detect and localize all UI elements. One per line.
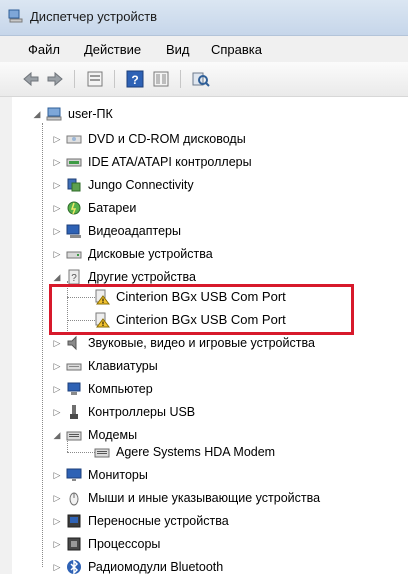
tree-item-bluetooth[interactable]: ▷ Радиомодули Bluetooth — [52, 556, 392, 578]
tree-item-label: Jungo Connectivity — [88, 178, 194, 192]
tree-item-usb[interactable]: ▷ Контроллеры USB — [52, 401, 392, 423]
forward-icon[interactable] — [46, 70, 64, 88]
tree-item-label: DVD и CD-ROM дисководы — [88, 132, 246, 146]
tree-item-label: Радиомодули Bluetooth — [88, 560, 224, 574]
tree-item-label: Звуковые, видео и игровые устройства — [88, 336, 315, 350]
properties-icon[interactable] — [86, 70, 104, 88]
menu-bar: Файл Действие Вид Справка — [0, 36, 408, 62]
battery-icon — [67, 201, 81, 215]
tree-item-label: Мыши и иные указывающие устройства — [88, 491, 321, 505]
processor-icon — [67, 537, 81, 551]
tree-item-label: Батареи — [88, 201, 137, 215]
window-title: Диспетчер устройств — [30, 9, 158, 24]
collapsed-arrow-icon[interactable]: ▷ — [52, 401, 62, 423]
collapsed-arrow-icon[interactable]: ▷ — [52, 510, 62, 532]
device-tree: ◢ user-ПК ▷ DVD и CD-ROM дисководы ▷ IDE… — [0, 97, 408, 575]
device-manager-icon — [8, 9, 23, 23]
toolbar-separator — [114, 70, 115, 88]
tree-item-label: Мониторы — [88, 468, 148, 482]
menu-action[interactable]: Действие — [84, 42, 141, 57]
highlight-box — [49, 284, 354, 335]
collapsed-arrow-icon[interactable]: ▷ — [52, 378, 62, 400]
tree-item-dvd[interactable]: ▷ DVD и CD-ROM дисководы — [52, 128, 392, 150]
collapsed-arrow-icon[interactable]: ▷ — [52, 487, 62, 509]
view-icon[interactable] — [152, 70, 170, 88]
tree-item-portable[interactable]: ▷ Переносные устройства — [52, 510, 392, 532]
portable-device-icon — [67, 514, 81, 528]
unknown-device-icon: ? — [68, 269, 80, 285]
title-bar: Диспетчер устройств — [0, 0, 408, 36]
tree-item-jungo[interactable]: ▷ Jungo Connectivity — [52, 174, 392, 196]
collapsed-arrow-icon[interactable]: ▷ — [52, 220, 62, 242]
tree-item-mice[interactable]: ▷ Мыши и иные указывающие устройства — [52, 487, 392, 509]
collapsed-arrow-icon[interactable]: ▷ — [52, 556, 62, 578]
tree-item-batteries[interactable]: ▷ Батареи — [52, 197, 392, 219]
tree-item-ide[interactable]: ▷ IDE ATA/ATAPI контроллеры — [52, 151, 392, 173]
tree-item-label: Контроллеры USB — [88, 405, 196, 419]
sound-icon — [67, 335, 77, 351]
collapsed-arrow-icon[interactable]: ▷ — [52, 197, 62, 219]
expanded-arrow-icon[interactable]: ◢ — [32, 103, 42, 125]
collapsed-arrow-icon[interactable]: ▷ — [52, 332, 62, 354]
collapsed-arrow-icon[interactable]: ▷ — [52, 174, 62, 196]
toolbar: ? — [0, 62, 408, 97]
svg-text:?: ? — [71, 273, 77, 284]
collapsed-arrow-icon[interactable]: ▷ — [52, 243, 62, 265]
tree-item-computer[interactable]: ▷ Компьютер — [52, 378, 392, 400]
monitor-icon — [66, 468, 82, 481]
tree-child-label: Agere Systems HDA Modem — [116, 445, 276, 459]
tree-line — [67, 452, 95, 453]
tree-child-agere-modem[interactable]: Agere Systems HDA Modem — [94, 441, 354, 463]
modem-icon — [66, 431, 82, 441]
back-icon[interactable] — [22, 70, 40, 88]
collapsed-arrow-icon[interactable]: ▷ — [52, 151, 62, 173]
tree-item-video-adapters[interactable]: ▷ Видеоадаптеры — [52, 220, 392, 242]
tree-root-label: user-ПК — [68, 107, 113, 121]
bluetooth-icon — [67, 559, 81, 575]
menu-view[interactable]: Вид — [166, 42, 190, 57]
scan-hardware-icon[interactable] — [192, 70, 210, 88]
tree-item-label: Компьютер — [88, 382, 153, 396]
toolbar-separator — [74, 70, 75, 88]
expanded-arrow-icon[interactable]: ◢ — [52, 424, 62, 446]
computer-icon — [46, 107, 62, 121]
tree-item-disk-drives[interactable]: ▷ Дисковые устройства — [52, 243, 392, 265]
jungo-icon — [67, 178, 81, 192]
tree-item-label: Клавиатуры — [88, 359, 158, 373]
collapsed-arrow-icon[interactable]: ▷ — [52, 533, 62, 555]
keyboard-icon — [66, 363, 82, 371]
tree-item-label: Дисковые устройства — [88, 247, 213, 261]
usb-icon — [70, 405, 78, 419]
tree-item-sound[interactable]: ▷ Звуковые, видео и игровые устройства — [52, 332, 392, 354]
tree-item-processors[interactable]: ▷ Процессоры — [52, 533, 392, 555]
tree-item-keyboards[interactable]: ▷ Клавиатуры — [52, 355, 392, 377]
display-adapter-icon — [66, 224, 81, 238]
tree-item-label: Переносные устройства — [88, 514, 229, 528]
toolbar-separator — [180, 70, 181, 88]
tree-item-label: Видеоадаптеры — [88, 224, 181, 238]
svg-text:?: ? — [131, 73, 138, 87]
collapsed-arrow-icon[interactable]: ▷ — [52, 355, 62, 377]
collapsed-arrow-icon[interactable]: ▷ — [52, 128, 62, 150]
tree-item-label: Процессоры — [88, 537, 161, 551]
tree-line — [42, 123, 43, 567]
disk-drive-icon — [66, 251, 82, 259]
modem-icon — [94, 448, 110, 458]
help-icon[interactable]: ? — [126, 70, 144, 88]
tree-root[interactable]: ◢ user-ПК — [32, 103, 232, 125]
mouse-icon — [69, 492, 79, 506]
collapsed-arrow-icon[interactable]: ▷ — [52, 464, 62, 486]
dvd-drive-icon — [66, 135, 82, 144]
menu-help[interactable]: Справка — [211, 42, 262, 57]
ide-controller-icon — [66, 158, 82, 167]
tree-item-monitors[interactable]: ▷ Мониторы — [52, 464, 392, 486]
computer-icon — [67, 382, 81, 395]
menu-file[interactable]: Файл — [28, 42, 60, 57]
tree-item-label: IDE ATA/ATAPI контроллеры — [88, 155, 252, 169]
